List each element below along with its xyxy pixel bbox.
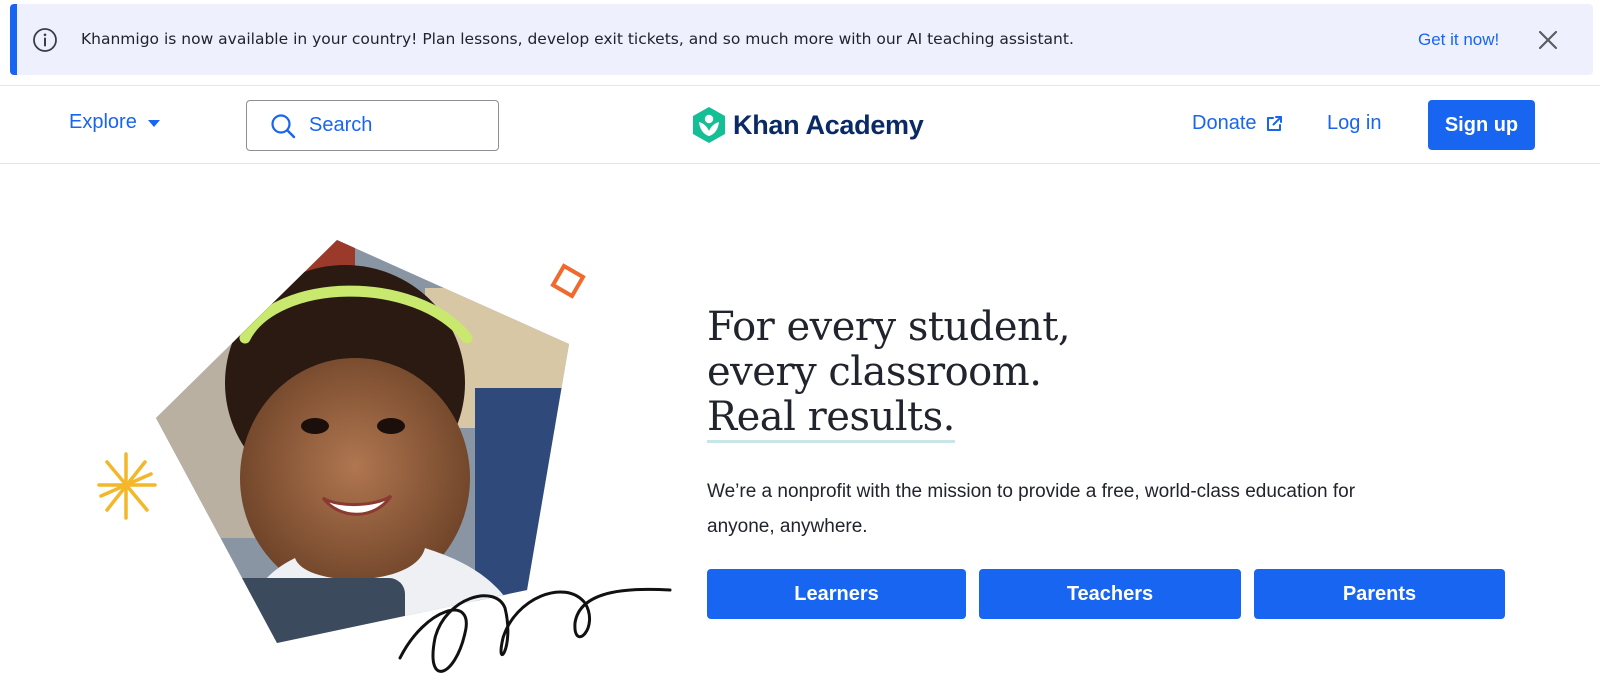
get-it-now-link[interactable]: Get it now! — [1418, 30, 1499, 50]
donate-label: Donate — [1192, 112, 1257, 134]
explore-menu-button[interactable]: Explore — [69, 111, 161, 134]
hero-heading-line-2: every classroom. — [707, 349, 1042, 395]
announcement-banner: Khanmigo is now available in your countr… — [10, 4, 1593, 75]
search-placeholder: Search — [309, 114, 373, 136]
audience-buttons: Learners Teachers Parents — [707, 569, 1505, 619]
close-icon[interactable] — [1534, 26, 1562, 54]
site-header: Explore Search Khan Academy Donate Log i… — [0, 85, 1600, 164]
banner-message: Khanmigo is now available in your countr… — [81, 30, 1074, 48]
banner-accent-bar — [10, 4, 17, 75]
sign-up-button[interactable]: Sign up — [1428, 100, 1535, 150]
explore-label: Explore — [69, 111, 137, 133]
donate-link[interactable]: Donate — [1192, 112, 1283, 135]
yellow-star-decoration — [97, 452, 157, 520]
hero-heading: For every student, every classroom. Real… — [707, 304, 1071, 443]
hero-heading-line-1: For every student, — [707, 304, 1071, 350]
chevron-down-icon — [147, 119, 160, 127]
orange-diamond-decoration — [550, 263, 586, 299]
hero-heading-line-3: Real results. — [707, 395, 955, 443]
teachers-button[interactable]: Teachers — [979, 569, 1241, 619]
search-input[interactable]: Search — [246, 100, 499, 151]
search-icon — [271, 113, 296, 138]
hero-illustration — [97, 240, 672, 673]
student-photo — [156, 240, 569, 643]
khan-academy-logo-icon — [693, 107, 725, 143]
khan-academy-logo[interactable]: Khan Academy — [691, 106, 924, 144]
external-link-icon — [1266, 115, 1282, 131]
log-in-link[interactable]: Log in — [1327, 112, 1382, 135]
info-icon — [33, 28, 57, 52]
hero-description: We’re a nonprofit with the mission to pr… — [707, 481, 1356, 537]
logo-text: Khan Academy — [733, 109, 924, 140]
parents-button[interactable]: Parents — [1254, 569, 1505, 619]
learners-button[interactable]: Learners — [707, 569, 966, 619]
